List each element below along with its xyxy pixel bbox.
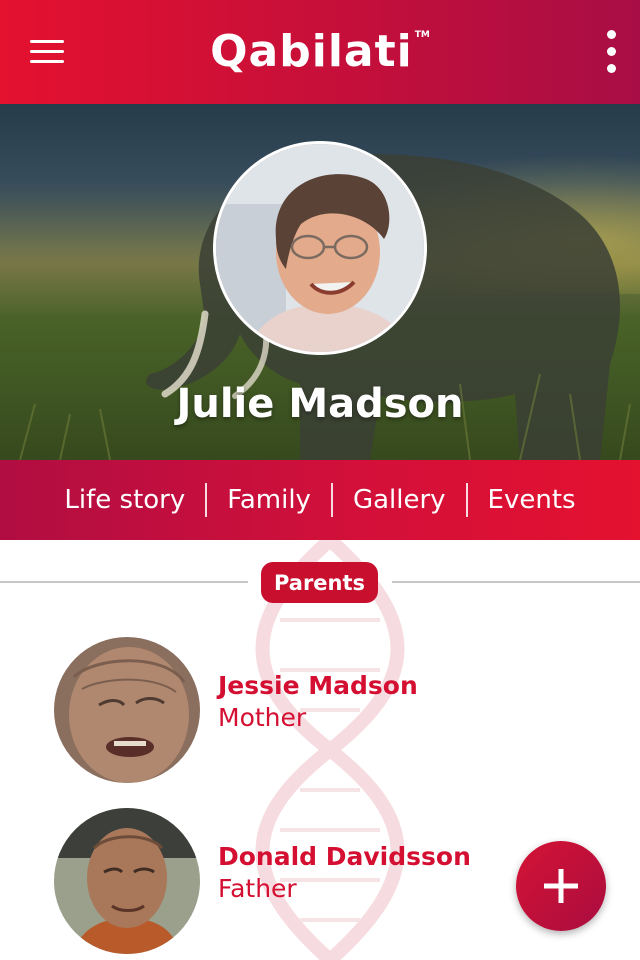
avatar (54, 808, 200, 954)
profile-name: Julie Madson (176, 381, 464, 427)
app-bar: Qabilati TM (0, 0, 640, 104)
hamburger-menu-icon[interactable] (30, 40, 64, 64)
tab-events[interactable]: Events (468, 485, 596, 515)
tab-family[interactable]: Family (207, 485, 331, 515)
section-divider-left (0, 581, 248, 583)
avatar (54, 637, 200, 783)
parent-relation: Mother (218, 703, 307, 732)
profile-tabs: Life story Family Gallery Events (0, 460, 640, 540)
family-content: Parents Jessie Madson Mother Donald Davi… (0, 540, 640, 960)
logo-text: Qabilati (210, 26, 413, 77)
parent-relation: Father (218, 874, 297, 903)
trademark-mark: TM (414, 30, 430, 40)
profile-hero: Julie Madson (0, 104, 640, 460)
parent-name: Jessie Madson (218, 671, 418, 700)
tab-life-story[interactable]: Life story (44, 485, 205, 515)
section-divider-right (392, 581, 640, 583)
parent-name: Donald Davidsson (218, 842, 471, 871)
tab-gallery[interactable]: Gallery (333, 485, 466, 515)
more-vertical-icon[interactable] (606, 30, 616, 74)
app-logo: Qabilati TM (210, 30, 430, 74)
profile-photo (216, 144, 424, 352)
list-item[interactable]: Jessie Madson Mother (54, 637, 614, 783)
profile-avatar[interactable] (213, 141, 427, 355)
add-relative-button[interactable] (516, 841, 606, 931)
section-title-parents: Parents (261, 562, 378, 603)
plus-icon (544, 869, 578, 903)
